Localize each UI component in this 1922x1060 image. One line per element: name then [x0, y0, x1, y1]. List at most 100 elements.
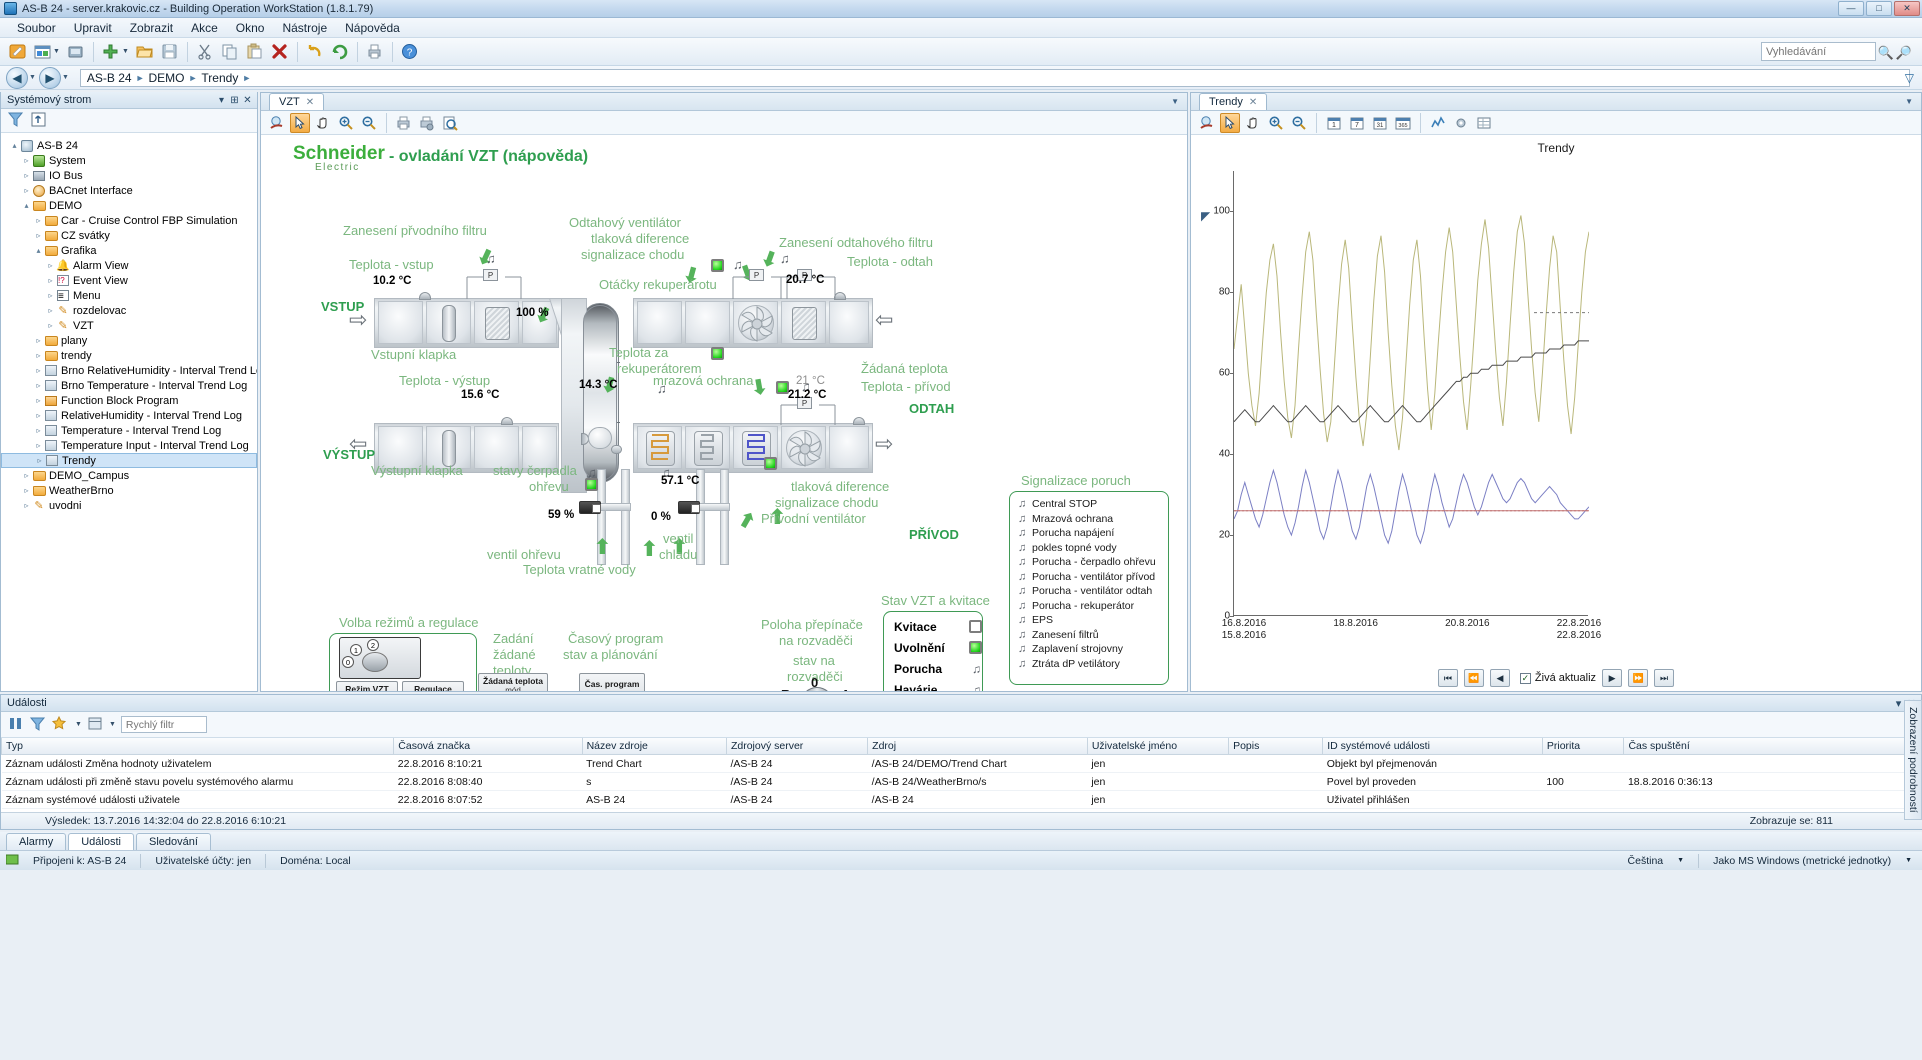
- tree-item-trendy[interactable]: ▹trendy: [1, 348, 257, 363]
- tree-expander-icon[interactable]: ▹: [33, 441, 44, 450]
- tree-item-demo-campus[interactable]: ▹DEMO_Campus: [1, 468, 257, 483]
- events-column-header[interactable]: Uživatelské jméno: [1087, 738, 1228, 755]
- tree-item-weatherbrno[interactable]: ▹WeatherBrno: [1, 483, 257, 498]
- setpoint-button[interactable]: Žádaná teplota mód 21.0°C: [478, 673, 548, 691]
- status-row-kvitace[interactable]: Kvitace: [884, 616, 982, 637]
- tree-expander-icon[interactable]: ▹: [21, 171, 32, 180]
- tree-item-menu[interactable]: ▹≡Menu: [1, 288, 257, 303]
- reset-view-icon[interactable]: [267, 113, 287, 133]
- events-settings-dropdown-icon[interactable]: ▼: [109, 721, 116, 728]
- events-column-header[interactable]: Název zdroje: [582, 738, 726, 755]
- tree-expander-icon[interactable]: ▹: [21, 486, 32, 495]
- events-table[interactable]: TypČasová značkaNázev zdrojeZdrojový ser…: [1, 738, 1907, 809]
- tree-item-trendy[interactable]: ▹Trendy: [1, 453, 257, 468]
- breadcrumb-item-demo[interactable]: DEMO: [149, 71, 185, 85]
- events-column-header[interactable]: Zdrojový server: [726, 738, 867, 755]
- tree-expander-icon[interactable]: ▹: [21, 186, 32, 195]
- select-tool-icon[interactable]: [1220, 113, 1240, 133]
- chart-area[interactable]: 02040608010016.8.201615.8.201618.8.20162…: [1191, 157, 1921, 647]
- vzt-graphic-canvas[interactable]: Schneider Electric - ovladání VZT (nápov…: [261, 135, 1187, 691]
- tree-item-event-view[interactable]: ▹!?Event View: [1, 273, 257, 288]
- breadcrumb-filter-icon[interactable]: ▽: [1905, 71, 1914, 85]
- events-settings-icon[interactable]: [87, 715, 104, 735]
- tree-expander-icon[interactable]: ▹: [33, 426, 44, 435]
- new-window-dropdown-icon[interactable]: ▼: [53, 48, 60, 55]
- tree-expander-icon[interactable]: ▹: [33, 336, 44, 345]
- breadcrumb-item-root[interactable]: AS-B 24: [87, 71, 132, 85]
- search-icon[interactable]: 🔍: [1878, 45, 1894, 61]
- breadcrumb[interactable]: AS-B 24 ► DEMO ► Trendy ►: [80, 69, 1910, 87]
- tree-item-relativehumidity-interval-trend-log[interactable]: ▹RelativeHumidity - Interval Trend Log: [1, 408, 257, 423]
- table-row[interactable]: Záznam události při změně stavu povelu s…: [2, 773, 1907, 791]
- zoom-in-icon[interactable]: [336, 113, 356, 133]
- events-quick-filter-input[interactable]: [121, 716, 207, 733]
- undo-icon[interactable]: [303, 40, 327, 64]
- status-theme[interactable]: Jako MS Windows (metrické jednotky): [1713, 855, 1891, 867]
- trend-tab-overflow-icon[interactable]: ▼: [1905, 97, 1913, 106]
- tree-expander-icon[interactable]: ▹: [33, 351, 44, 360]
- tree-item-brno-temperature-interval-trend-log[interactable]: ▹Brno Temperature - Interval Trend Log: [1, 378, 257, 393]
- add-dropdown-icon[interactable]: ▼: [122, 48, 129, 55]
- select-tool-icon[interactable]: [290, 113, 310, 133]
- calendar-week-icon[interactable]: 7: [1347, 113, 1367, 133]
- tree-item-car-cruise-control-fbp-simulation[interactable]: ▹Car - Cruise Control FBP Simulation: [1, 213, 257, 228]
- chart-fastforward-button[interactable]: ⏩: [1628, 669, 1648, 687]
- tree-item-io-bus[interactable]: ▹IO Bus: [1, 168, 257, 183]
- tree-item-uvodni[interactable]: ▹✎uvodni: [1, 498, 257, 513]
- tree-expander-icon[interactable]: ▴: [21, 201, 32, 210]
- pan-chart-icon[interactable]: [1243, 113, 1263, 133]
- tree-expander-icon[interactable]: ▹: [21, 156, 32, 165]
- panel-pin-icon[interactable]: ⊞: [228, 95, 241, 106]
- tree-item-demo[interactable]: ▴DEMO: [1, 198, 257, 213]
- breadcrumb-item-trendy[interactable]: Trendy: [201, 71, 238, 85]
- zoom-out-chart-icon[interactable]: [1289, 113, 1309, 133]
- collapse-tree-icon[interactable]: [30, 111, 47, 131]
- events-column-header[interactable]: Typ: [2, 738, 394, 755]
- table-row[interactable]: Záznam události Změna hodnoty uživatelem…: [2, 755, 1907, 773]
- menu-item-okno[interactable]: Okno: [227, 19, 274, 37]
- tree-expander-icon[interactable]: ▹: [34, 456, 45, 465]
- switch-knob[interactable]: [801, 687, 833, 691]
- status-theme-dropdown-icon[interactable]: ▼: [1905, 857, 1912, 864]
- chart-plot[interactable]: 02040608010016.8.201615.8.201618.8.20162…: [1233, 171, 1588, 616]
- pause-events-icon[interactable]: [7, 715, 24, 735]
- tree-expander-icon[interactable]: ▹: [33, 231, 44, 240]
- live-update-checkbox[interactable]: ✓ Živá aktualiz: [1520, 672, 1596, 684]
- menu-item-soubor[interactable]: Soubor: [8, 19, 65, 37]
- chart-fastback-button[interactable]: ⏪: [1464, 669, 1484, 687]
- tree-expander-icon[interactable]: ▹: [21, 501, 32, 510]
- save-workspace-icon[interactable]: [64, 40, 88, 64]
- tree-expander-icon[interactable]: ▴: [9, 141, 20, 150]
- tree-item-grafika[interactable]: ▴Grafika: [1, 243, 257, 258]
- minimize-button[interactable]: —: [1838, 1, 1864, 16]
- table-row[interactable]: Záznam systémové události uživatele22.8.…: [2, 791, 1907, 809]
- events-column-header[interactable]: Čas spuštění: [1624, 738, 1907, 755]
- forward-button[interactable]: ▶: [39, 67, 61, 89]
- live-checkbox-mark[interactable]: ✓: [1520, 673, 1531, 684]
- panel-dropdown-icon[interactable]: ▾: [215, 95, 228, 106]
- menu-item-nastroje[interactable]: Nástroje: [273, 19, 336, 37]
- pan-tool-icon[interactable]: [313, 113, 333, 133]
- status-language-dropdown-icon[interactable]: ▼: [1677, 857, 1684, 864]
- tree-expander-icon[interactable]: ▹: [45, 261, 56, 270]
- help-icon[interactable]: ?: [398, 40, 422, 64]
- events-table-header[interactable]: TypČasová značkaNázev zdrojeZdrojový ser…: [2, 738, 1907, 755]
- print-icon[interactable]: [363, 40, 387, 64]
- tab-close-icon[interactable]: ✕: [306, 97, 314, 108]
- advanced-search-icon[interactable]: 🔎: [1896, 45, 1912, 61]
- tree-expander-icon[interactable]: ▴: [33, 246, 44, 255]
- mode-dial-knob[interactable]: [362, 652, 388, 672]
- open-folder-icon[interactable]: [133, 40, 157, 64]
- chart-collapse-icon[interactable]: ◤: [1201, 209, 1210, 223]
- search-input[interactable]: [1761, 42, 1876, 61]
- events-column-header[interactable]: ID systémové události: [1323, 738, 1543, 755]
- menu-item-napoveda[interactable]: Nápověda: [336, 19, 409, 37]
- window-controls[interactable]: — □ ✕: [1838, 1, 1920, 16]
- tree-item-vzt[interactable]: ▹✎VZT: [1, 318, 257, 333]
- add-icon[interactable]: [99, 40, 123, 64]
- chart-first-button[interactable]: ⏮: [1438, 669, 1458, 687]
- chart-settings-icon[interactable]: [1451, 113, 1471, 133]
- refresh-icon[interactable]: [328, 40, 352, 64]
- chart-navigation[interactable]: ⏮ ⏪ ◀ ✓ Živá aktualiz ▶ ⏩ ⏭: [1191, 667, 1921, 689]
- tab-udalosti[interactable]: Události: [68, 833, 134, 850]
